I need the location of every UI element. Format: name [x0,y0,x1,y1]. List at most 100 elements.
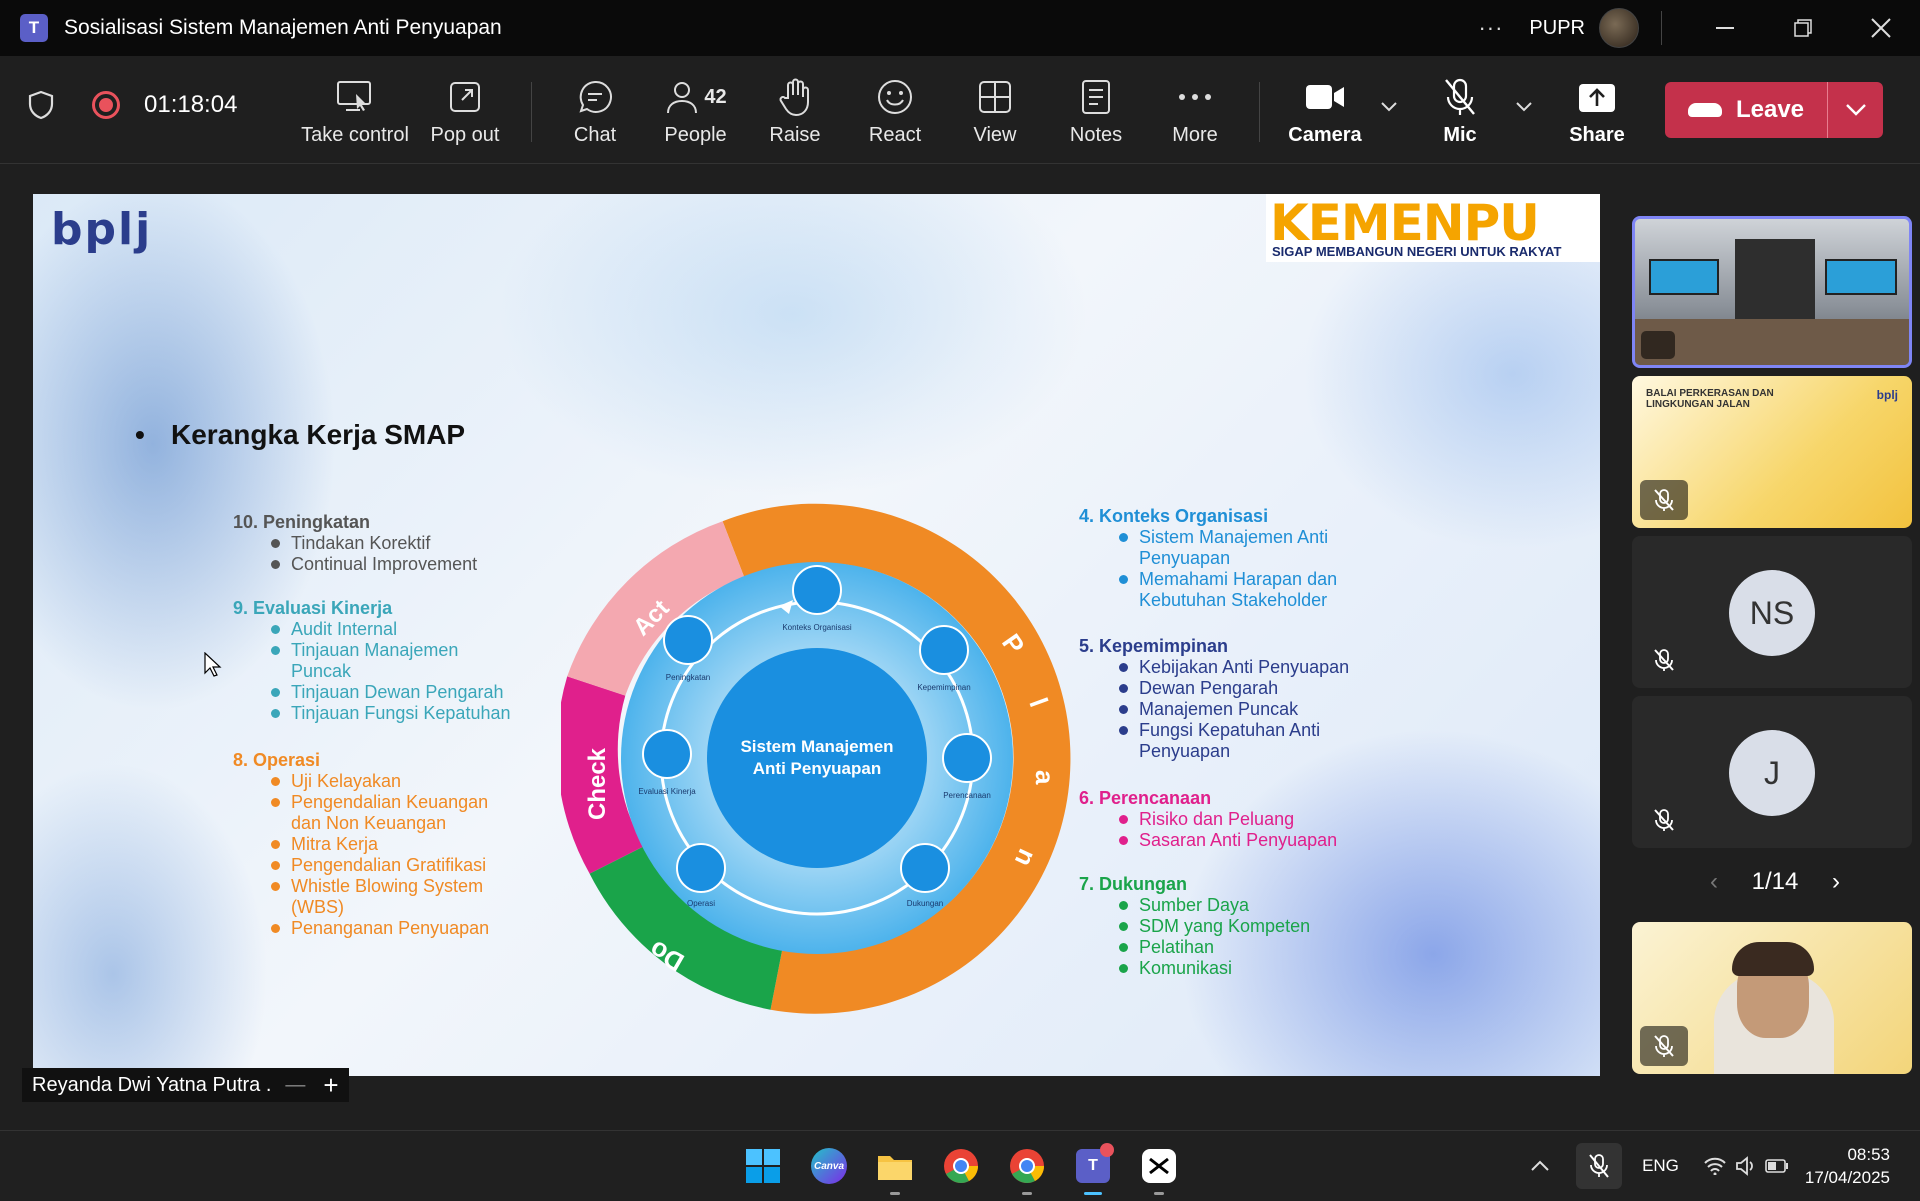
chrome-icon[interactable] [1006,1145,1048,1195]
shield-icon[interactable] [24,88,58,122]
active-indicator [1084,1192,1102,1195]
section-list: Sistem Manajemen Anti Penyuapan Memahami… [1119,527,1379,611]
mic-options-chevron-icon[interactable] [1515,100,1533,118]
mic-off-icon [1654,649,1674,671]
person-hair [1732,942,1814,976]
participant-pager: ‹ 1/14 › [1710,868,1840,896]
windows-start-icon[interactable] [742,1145,784,1187]
camera-options-chevron-icon[interactable] [1380,100,1398,118]
plan-letter-a: a [1030,770,1060,785]
zoom-in-icon[interactable]: + [323,1070,338,1101]
wifi-icon[interactable] [1703,1157,1727,1175]
account-avatar[interactable] [1599,8,1639,48]
capcut-icon[interactable] [1138,1145,1180,1195]
mouse-cursor-icon [204,652,222,677]
participant-tile-j[interactable]: J [1632,696,1912,848]
chat-button[interactable]: Chat [565,74,625,154]
running-indicator [890,1192,900,1195]
volume-icon[interactable] [1735,1156,1757,1176]
svg-text:Perencanaan: Perencanaan [943,791,991,800]
list-item: Sumber Daya [1119,895,1379,916]
camera-button[interactable]: Camera [1288,74,1362,154]
list-item: Pengendalian Gratifikasi [271,855,523,876]
prev-page-chevron-icon[interactable]: ‹ [1710,868,1718,896]
section-heading: 5. Kepemimpinan [1079,636,1229,656]
divider [1661,11,1662,45]
section-dukungan: 7. Dukungan Sumber Daya SDM yang Kompete… [1079,874,1379,979]
more-button[interactable]: More [1165,74,1225,154]
list-item: Uji Kelayakan [271,771,523,792]
people-button[interactable]: 42 People [658,74,733,154]
share-button[interactable]: Share [1566,74,1628,154]
take-control-button[interactable]: Take control [300,74,410,154]
more-options-button[interactable]: ··· [1478,15,1503,41]
close-button[interactable] [1842,0,1920,56]
check-label: Check [584,747,611,820]
teams-icon: T [20,14,48,42]
restore-button[interactable] [1764,0,1842,56]
file-explorer-icon[interactable] [874,1145,916,1195]
list-item: Whistle Blowing System (WBS) [271,876,511,918]
tray-overflow-chevron-icon[interactable] [1530,1160,1550,1172]
mic-off-badge [1640,640,1688,680]
list-item: Pelatihan [1119,937,1379,958]
meeting-toolbar: 01:18:04 Take control Pop out Chat 42 Pe… [0,56,1920,164]
minimize-button[interactable] [1686,0,1764,56]
list-item: Penanganan Penyuapan [271,918,523,939]
list-item: Continual Improvement [271,554,523,575]
mic-button[interactable]: Mic [1430,74,1490,154]
mic-muted-tray-icon[interactable] [1576,1143,1623,1189]
list-item: Risiko dan Peluang [1119,809,1379,830]
presentation-slide[interactable]: bplj KEMENPU SIGAP MEMBANGUN NEGERI UNTU… [33,194,1600,1076]
shared-screen-stage: bplj KEMENPU SIGAP MEMBANGUN NEGERI UNTU… [0,164,1628,1130]
raise-hand-button[interactable]: Raise [765,74,825,154]
take-control-icon [336,74,374,120]
view-button[interactable]: View [965,74,1025,154]
list-item: Tinjauan Dewan Pengarah [271,682,523,703]
participant-tile-person[interactable] [1632,922,1912,1074]
list-item: Komunikasi [1119,958,1379,979]
leave-button[interactable]: Leave [1665,82,1827,138]
leave-button-group: Leave [1665,82,1883,138]
brand-tagline: SIGAP MEMBANGUN NEGERI UNTUK RAKYAT [1272,244,1562,259]
chrome-icon[interactable] [940,1145,982,1187]
battery-icon[interactable] [1765,1159,1789,1173]
canva-icon[interactable]: Canva [808,1145,850,1187]
mic-off-badge [1640,800,1688,840]
zoom-out-icon[interactable]: — [285,1074,305,1097]
participant-tile-room[interactable] [1632,216,1912,368]
window-title: Sosialisasi Sistem Manajemen Anti Penyua… [64,16,502,39]
react-button[interactable]: React [865,74,925,154]
list-item: Tinjauan Manajemen Puncak [271,640,471,682]
hang-up-icon [1687,103,1722,117]
section-konteks-organisasi: 4. Konteks Organisasi Sistem Manajemen A… [1079,506,1379,611]
mic-off-icon [1443,74,1477,120]
leave-options-chevron-icon[interactable] [1828,103,1883,117]
section-kepemimpinan: 5. Kepemimpinan Kebijakan Anti Penyuapan… [1079,636,1379,762]
section-heading: 8. Operasi [233,750,321,770]
running-indicator [1022,1192,1032,1195]
ellipsis-icon [1178,74,1212,120]
close-icon [1871,18,1891,38]
teams-icon[interactable]: T [1072,1143,1114,1195]
next-page-chevron-icon[interactable]: › [1832,868,1840,896]
avatar: J [1729,730,1815,816]
mic-off-icon [1654,489,1674,511]
notification-badge [1100,1143,1114,1157]
participant-tile-banner[interactable]: BALAI PERKERASAN DAN LINGKUNGAN JALAN bp… [1632,376,1912,528]
center-title-line2: Anti Penyuapan [753,759,881,778]
section-heading: 6. Perencanaan [1079,788,1212,808]
pop-out-button[interactable]: Pop out [425,74,505,154]
language-indicator[interactable]: ENG [1642,1156,1679,1176]
notes-button[interactable]: Notes [1066,74,1126,154]
minimize-icon [1716,27,1734,29]
presenter-name-tag: Reyanda Dwi Yatna Putra . — + [22,1068,349,1102]
section-heading: 4. Konteks Organisasi [1079,506,1269,526]
participant-tile-ns[interactable]: NS [1632,536,1912,688]
system-clock[interactable]: 08:53 17/04/2025 [1805,1143,1890,1189]
mic-off-icon [1654,809,1674,831]
windows-taskbar: Canva T ENG 08:53 17/04/2025 [0,1130,1920,1200]
node-kepemimpinan: Kepemimpinan [917,625,971,692]
room-screen [1825,259,1897,295]
list-item: Manajemen Puncak [1119,699,1379,720]
